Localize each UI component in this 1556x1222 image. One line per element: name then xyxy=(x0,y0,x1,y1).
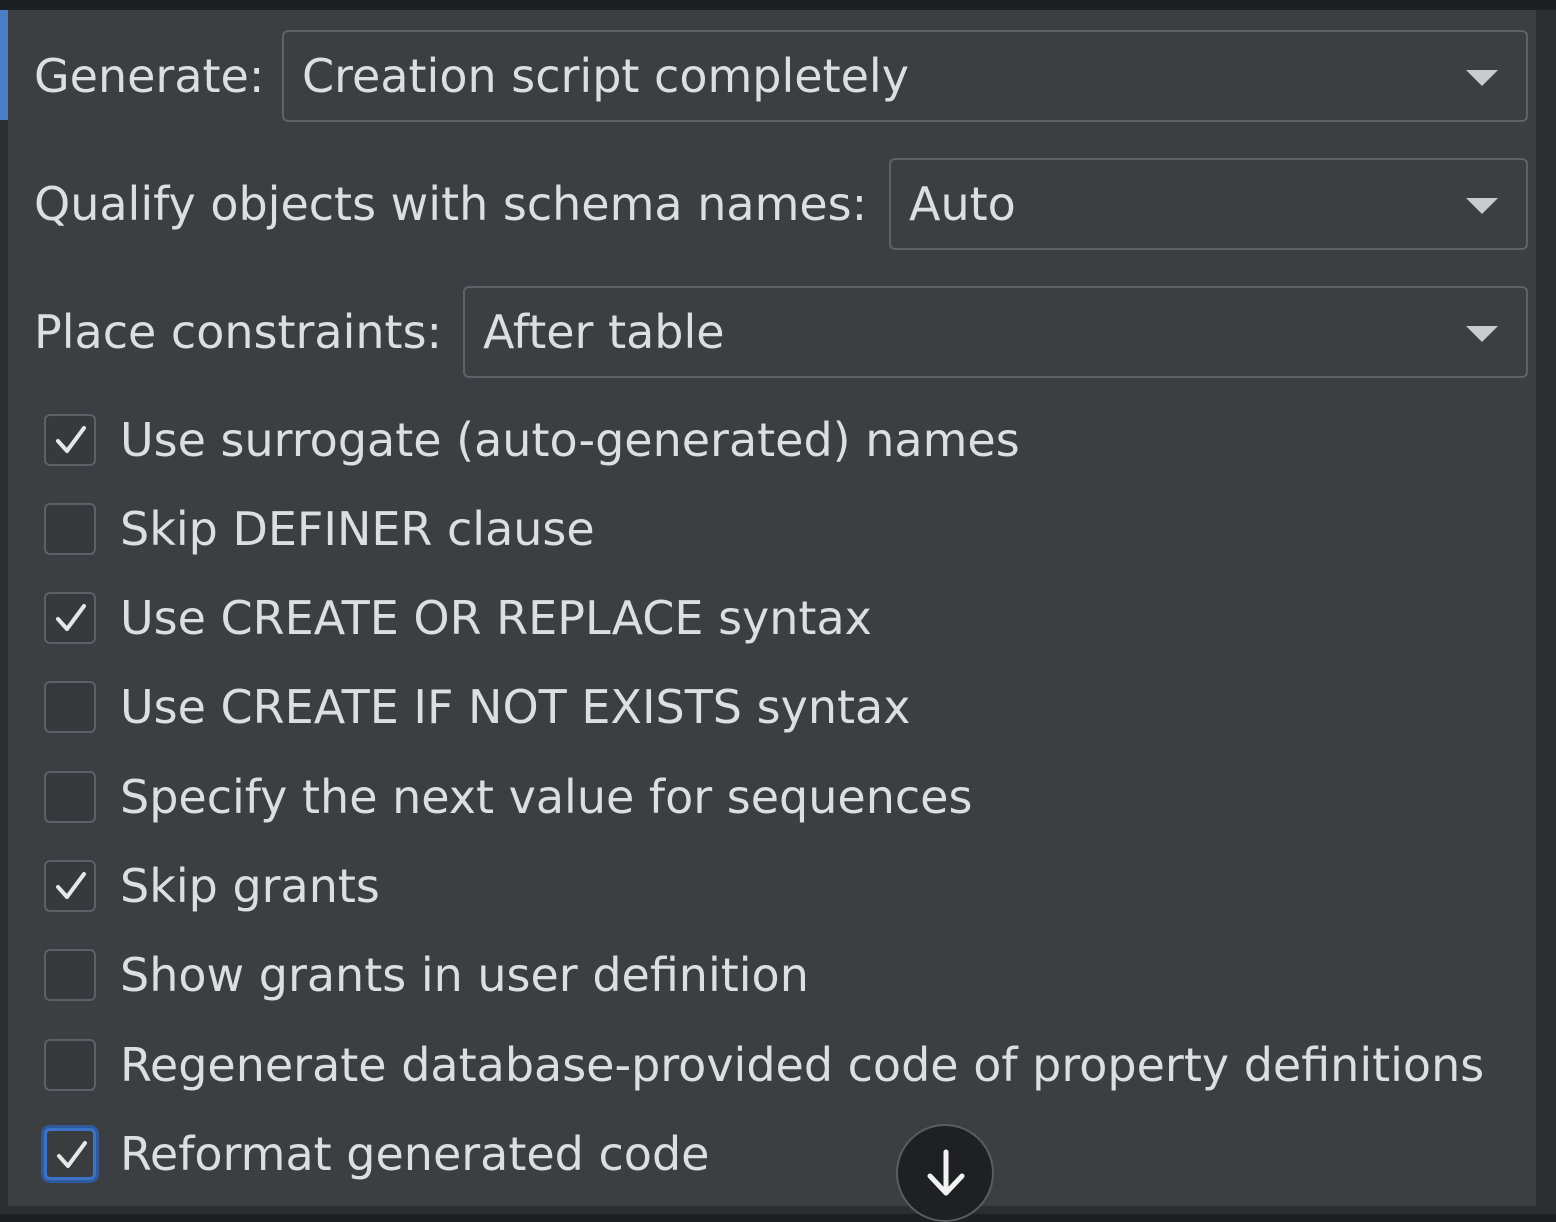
check-icon xyxy=(56,604,86,631)
generate-label: Generate: xyxy=(34,49,265,103)
checkbox[interactable] xyxy=(44,771,96,823)
settings-window: Generate: Creation script completely Qua… xyxy=(0,0,1556,1222)
chevron-down-icon xyxy=(1466,70,1498,86)
checkbox-label: Skip grants xyxy=(120,859,380,913)
check-icon xyxy=(56,426,86,453)
generate-dropdown[interactable]: Creation script completely xyxy=(282,30,1528,122)
checkbox-label: Show grants in user definition xyxy=(120,948,809,1002)
checkbox-label: Skip DEFINER clause xyxy=(120,502,595,556)
check-icon xyxy=(56,872,86,899)
checkbox-label: Specify the next value for sequences xyxy=(120,770,973,824)
scroll-down-button[interactable] xyxy=(896,1124,994,1222)
checkbox[interactable] xyxy=(44,503,96,555)
qualify-schema-dropdown-value: Auto xyxy=(909,177,1016,231)
checkbox[interactable] xyxy=(44,860,96,912)
chevron-down-icon xyxy=(1466,326,1498,342)
checkbox[interactable] xyxy=(44,681,96,733)
checkbox-label: Use surrogate (auto-generated) names xyxy=(120,413,1020,467)
arrow-down-icon xyxy=(927,1149,965,1196)
check-icon xyxy=(57,1141,87,1168)
checkbox-label: Reformat generated code xyxy=(120,1127,710,1181)
checkbox-label: Regenerate database-provided code of pro… xyxy=(120,1038,1485,1092)
panel-right-edge xyxy=(1536,10,1556,1214)
checkbox[interactable] xyxy=(44,414,96,466)
selection-accent-bar xyxy=(0,10,8,120)
checkbox-label: Use CREATE OR REPLACE syntax xyxy=(120,591,872,645)
qualify-schema-dropdown[interactable]: Auto xyxy=(889,158,1528,250)
window-top-edge xyxy=(0,0,1556,10)
place-constraints-dropdown-value: After table xyxy=(483,305,725,359)
checkbox[interactable] xyxy=(44,592,96,644)
checkbox[interactable] xyxy=(44,1128,96,1180)
chevron-down-icon xyxy=(1466,198,1498,214)
place-constraints-label: Place constraints: xyxy=(34,305,443,359)
checkbox[interactable] xyxy=(44,1039,96,1091)
checkbox[interactable] xyxy=(44,949,96,1001)
qualify-schema-label: Qualify objects with schema names: xyxy=(34,177,868,231)
panel-bottom-edge xyxy=(0,1206,1556,1214)
checkbox-label: Use CREATE IF NOT EXISTS syntax xyxy=(120,680,911,734)
generate-dropdown-value: Creation script completely xyxy=(302,49,909,103)
place-constraints-dropdown[interactable]: After table xyxy=(463,286,1528,378)
